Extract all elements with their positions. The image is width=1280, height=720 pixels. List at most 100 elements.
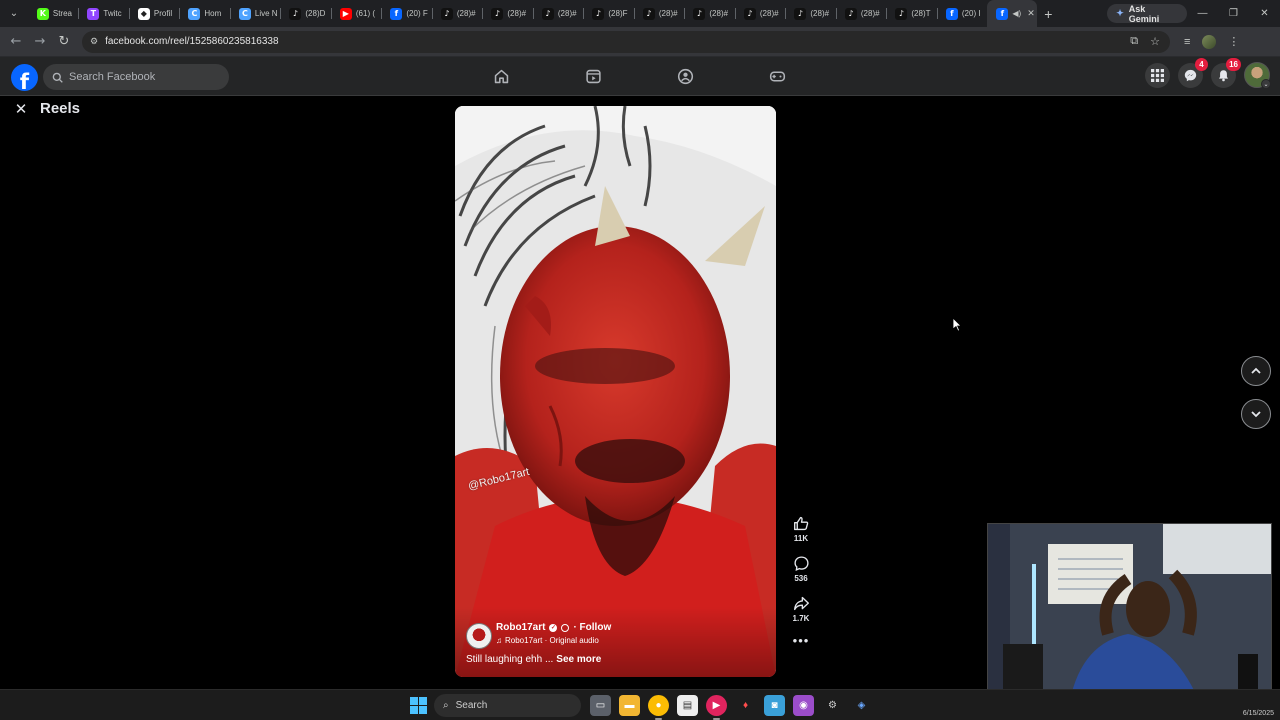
- address-bar[interactable]: ⚙ facebook.com/reel/1525860235816338 ⧉ ☆: [82, 30, 1170, 53]
- more-options-icon[interactable]: •••: [787, 633, 815, 648]
- close-reels-button[interactable]: ✕: [10, 98, 32, 120]
- browser-profile-avatar[interactable]: [1202, 34, 1217, 49]
- ask-gemini-button[interactable]: ✦ Ask Gemini: [1107, 4, 1187, 24]
- photo-app-icon[interactable]: ◙: [764, 695, 785, 716]
- browser-tab[interactable]: C Hom: [179, 0, 230, 27]
- streaming-app-icon[interactable]: ◈: [851, 695, 872, 716]
- media-player-icon[interactable]: ▶: [706, 695, 727, 720]
- speaker-icon[interactable]: ◀): [1012, 9, 1021, 18]
- browser-tab[interactable]: K Strea: [28, 0, 79, 27]
- author-name[interactable]: Robo17art: [496, 622, 545, 633]
- settings-gear-icon[interactable]: ⚙: [822, 695, 843, 716]
- browser-menu-icon[interactable]: ⋮: [1228, 35, 1239, 48]
- kick-icon: K: [36, 7, 49, 20]
- nav-groups[interactable]: [639, 57, 731, 96]
- facebook-logo[interactable]: f: [11, 64, 38, 91]
- next-reel-button[interactable]: [1241, 399, 1271, 429]
- browser-tab[interactable]: ♪ (28)#: [532, 0, 584, 27]
- facebook-main-nav: [455, 57, 823, 96]
- browser-tab[interactable]: C Live N: [229, 0, 281, 27]
- browser-tab[interactable]: ♪ (28)#: [482, 0, 533, 27]
- forward-button[interactable]: →: [28, 34, 52, 49]
- tab-search-button[interactable]: ⌄: [3, 3, 25, 25]
- previous-reel-button[interactable]: [1241, 356, 1271, 386]
- browser-tab-active[interactable]: f ◀) ✕: [987, 0, 1038, 27]
- facebook-search-box[interactable]: [43, 64, 229, 90]
- file-explorer-icon[interactable]: ▬: [619, 695, 640, 716]
- browser-tab[interactable]: ♪ (28)#: [633, 0, 685, 27]
- browser-tab[interactable]: ♪ (28)D: [280, 0, 331, 27]
- facebook-account-controls: 4 16 ⌄: [1145, 57, 1271, 89]
- browser-tab-title: (28)#: [860, 9, 880, 18]
- nav-video[interactable]: [547, 57, 639, 96]
- gemini-sparkle-icon: ✦: [1116, 8, 1124, 18]
- mouse-cursor-icon: [953, 318, 962, 332]
- facebook-header: f 4 16 ⌄: [0, 57, 1280, 96]
- browser-tab-title: Twitc: [103, 9, 122, 18]
- tiktok-icon: ♪: [289, 7, 302, 20]
- follow-button[interactable]: · Follow: [573, 622, 611, 633]
- browser-tab[interactable]: ♪ (28)#: [785, 0, 836, 27]
- browser-tab[interactable]: ▶ (61) (: [330, 0, 382, 27]
- webcam-overlay: [987, 523, 1272, 710]
- twitch-icon: T: [87, 7, 100, 20]
- restore-button[interactable]: ❐: [1218, 8, 1249, 19]
- reload-button[interactable]: ↻: [52, 34, 76, 49]
- notes-icon[interactable]: ▤: [677, 695, 698, 716]
- browser-tab[interactable]: ♪ (28)#: [835, 0, 887, 27]
- browser-tab[interactable]: ◆ Profil: [128, 0, 180, 27]
- browser-tab[interactable]: ♪ (28)#: [431, 0, 483, 27]
- window-controls: — ❐ ✕: [1187, 8, 1280, 19]
- browser-tab-title: (61) (: [355, 9, 375, 18]
- back-button[interactable]: ←: [4, 34, 28, 49]
- browser-tab[interactable]: ♪ (28)#: [684, 0, 735, 27]
- tab-media-icon[interactable]: ≡: [1184, 36, 1190, 48]
- browser-tab-title: (28)T: [911, 9, 931, 18]
- fire-app-icon[interactable]: ♦: [735, 695, 756, 716]
- browser-tab[interactable]: f (20) F: [381, 0, 432, 27]
- facebook-search-input[interactable]: [69, 71, 219, 83]
- home-icon: [494, 69, 508, 84]
- messenger-button[interactable]: 4: [1178, 57, 1208, 88]
- home-site-icon: C: [188, 7, 201, 20]
- tiktok-icon: ♪: [693, 7, 706, 20]
- url-text[interactable]: facebook.com/reel/1525860235816338: [105, 36, 278, 47]
- site-info-icon[interactable]: ⚙: [90, 36, 98, 47]
- task-view-icon[interactable]: ▭: [590, 695, 611, 716]
- browser-tab[interactable]: T Twitc: [78, 0, 129, 27]
- nav-gaming[interactable]: [731, 57, 823, 96]
- install-app-icon[interactable]: ⧉: [1130, 35, 1138, 48]
- see-more-link[interactable]: See more: [556, 654, 601, 665]
- bookmark-star-icon[interactable]: ☆: [1150, 35, 1160, 48]
- webcam-video-frame: [988, 524, 1271, 709]
- minimize-button[interactable]: —: [1187, 8, 1218, 19]
- new-tab-button[interactable]: +: [1037, 6, 1059, 22]
- share-button[interactable]: 1.7K: [787, 595, 815, 623]
- nav-home[interactable]: [455, 57, 547, 96]
- like-button[interactable]: 11K: [787, 515, 815, 543]
- reel-video[interactable]: @Robo17art Robo17art ✓ · Follow ♫ Robo17…: [455, 106, 776, 677]
- browser-tab[interactable]: f (20) I: [936, 0, 988, 27]
- camera-app-icon[interactable]: ◉: [793, 695, 814, 716]
- close-tab-icon[interactable]: ✕: [1027, 8, 1035, 19]
- taskbar-search[interactable]: ⌕ Search: [434, 694, 581, 717]
- reel-video-frame: [455, 106, 776, 677]
- browser-tab[interactable]: ♪ (28)F: [583, 0, 634, 27]
- account-avatar[interactable]: ⌄: [1244, 62, 1271, 89]
- taskbar-apps: ▭ ▬ ● ▤ ▶ ♦ ◙ ◉ ⚙ ◈: [590, 695, 872, 720]
- browser-tab-title: (28)#: [759, 9, 779, 18]
- comment-button[interactable]: 536: [787, 555, 815, 583]
- browser-tab[interactable]: ♪ (28)T: [886, 0, 937, 27]
- audio-row[interactable]: ♫ Robo17art · Original audio: [496, 636, 599, 645]
- close-window-button[interactable]: ✕: [1249, 8, 1280, 19]
- tiktok-icon: ♪: [642, 7, 655, 20]
- author-avatar[interactable]: [466, 623, 492, 649]
- start-button[interactable]: [410, 697, 427, 714]
- tiktok-icon: ♪: [794, 7, 807, 20]
- bell-icon: [1219, 69, 1228, 81]
- grid-menu-icon: [1151, 68, 1164, 82]
- menu-button[interactable]: [1145, 62, 1170, 88]
- notifications-button[interactable]: 16: [1211, 57, 1241, 88]
- browser-tab[interactable]: ♪ (28)#: [734, 0, 786, 27]
- chrome-icon[interactable]: ●: [648, 695, 669, 720]
